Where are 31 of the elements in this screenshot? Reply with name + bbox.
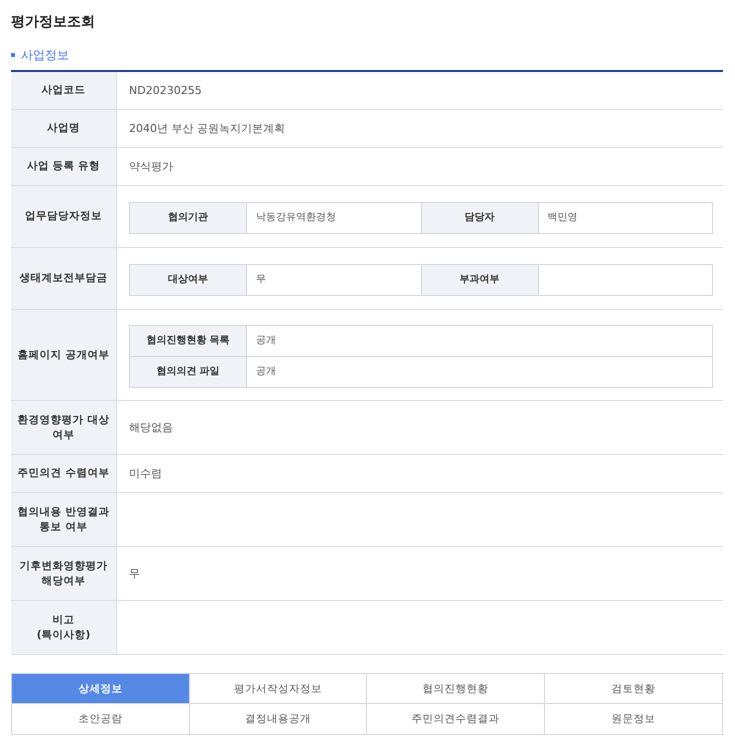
field-value: 백민영 <box>546 211 578 225</box>
row-value: ND20230255 <box>129 84 202 97</box>
section-title: 사업정보 <box>21 46 69 64</box>
row-value: 해당없음 <box>129 420 173 435</box>
row-label: 기후변화영향평가 해당여부 <box>11 547 117 600</box>
row-label: 협의내용 반영결과 통보 여부 <box>11 493 117 546</box>
row-label: 환경영향평가 대상 여부 <box>11 401 117 454</box>
field-label: 협의의견 파일 <box>130 357 247 387</box>
row-value: 무 <box>129 566 140 581</box>
bullet-icon <box>11 53 15 57</box>
field-value: 공개 <box>255 365 277 379</box>
field-label: 대상여부 <box>130 265 247 295</box>
field-label: 부과여부 <box>422 265 538 295</box>
tab[interactable]: 협의진행현황 <box>367 674 544 704</box>
row-value: 미수렴 <box>129 466 162 481</box>
row-label: 생태계보전부담금 <box>11 248 117 309</box>
row-label: 사업 등록 유형 <box>11 148 117 185</box>
row-label: 비고 (특이사항) <box>11 601 117 654</box>
field-label: 협의진행현황 목록 <box>130 326 247 356</box>
field-value: 공개 <box>255 334 277 348</box>
row-label: 주민의견 수렴여부 <box>11 455 117 492</box>
page-title: 평가정보조회 <box>11 13 96 32</box>
field-label: 담당자 <box>422 203 538 233</box>
row-label: 사업명 <box>11 110 117 147</box>
tab[interactable]: 평가서작성자정보 <box>190 674 367 704</box>
row-value: 약식평가 <box>129 159 173 174</box>
row-value: 2040년 부산 공원녹지기본계획 <box>129 121 285 136</box>
row-label: 업무담당자정보 <box>11 186 117 247</box>
row-label: 홈페이지 공개여부 <box>11 310 117 400</box>
field-label: 협의기관 <box>130 203 247 233</box>
row-label: 사업코드 <box>11 72 117 109</box>
